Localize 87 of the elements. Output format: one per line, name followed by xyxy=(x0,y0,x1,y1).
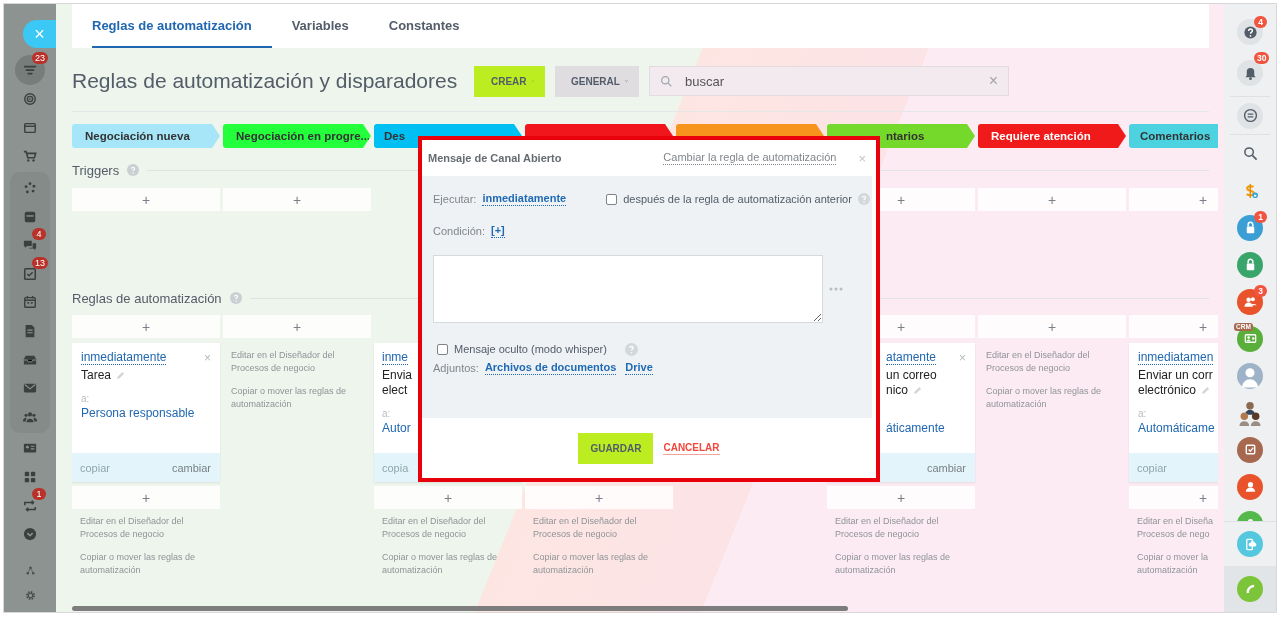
count-badge: 23 xyxy=(32,52,48,64)
add-rule-button[interactable]: + xyxy=(72,486,220,509)
copy-link[interactable]: copia xyxy=(382,461,409,474)
add-rule-button[interactable]: + xyxy=(1129,315,1218,338)
help-text: Editar en el Diseñador del Procesos de negocio xyxy=(985,349,1091,375)
change-link[interactable]: cambiar xyxy=(926,461,966,474)
help-text: Editar en el Diseñador del Procesos de negocio xyxy=(230,349,336,375)
dialog-title: Mensaje de Canal Abierto xyxy=(428,152,562,164)
help-text: Copiar o mover las reglas de automatización xyxy=(834,551,952,577)
help-text: Editar en el Diseñador del Procesos de negocio xyxy=(381,515,487,541)
field-label: Ejecutar: xyxy=(433,193,477,205)
count-badge: 3 xyxy=(1254,285,1267,297)
help-text: Copiar o mover las reglas de automatización xyxy=(532,551,650,577)
sidebar-item[interactable]: 1 xyxy=(15,491,45,520)
add-rule-button[interactable]: + xyxy=(525,486,673,509)
copy-link[interactable]: copiar xyxy=(80,461,110,474)
stage-tab[interactable]: Comentarios xyxy=(1129,124,1218,148)
help-text: Editar en el Diseñador del Procesos de negocio xyxy=(532,515,638,541)
help-text: Copiar o mover las reglas de automatización xyxy=(381,551,499,577)
help-text: Editar en el Diseñador del Procesos de negocio xyxy=(79,515,185,541)
help-text: Copiar o mover las reglas de automatización xyxy=(985,385,1103,411)
tab[interactable]: Variables xyxy=(271,4,369,48)
delay-link[interactable]: inmediatamente xyxy=(81,350,167,365)
field-label: Adjuntos: xyxy=(433,362,479,374)
add-rule-button[interactable]: + xyxy=(827,486,975,509)
search-field[interactable]: buscar × xyxy=(649,66,1009,96)
count-badge: 1 xyxy=(1254,211,1267,223)
field-label: a: xyxy=(81,393,90,405)
field-label: a: xyxy=(382,408,391,420)
field-label: a: xyxy=(1138,408,1147,420)
add-condition-link[interactable]: [+] xyxy=(491,224,505,238)
field-label: Condición: xyxy=(433,225,485,237)
sidebar-item[interactable]: 23 xyxy=(15,55,45,85)
delay-link[interactable]: inmediatamen xyxy=(1138,350,1214,365)
stage-tab[interactable]: Negociación nueva xyxy=(72,124,220,148)
add-trigger-button[interactable]: + xyxy=(72,188,220,211)
add-rule-button[interactable]: + xyxy=(1129,486,1218,509)
count-badge: 13 xyxy=(32,256,48,269)
stage-tab[interactable]: Negociación en progre... xyxy=(223,124,371,148)
assignee-link[interactable]: Automáticame xyxy=(1138,420,1215,436)
count-badge: 30 xyxy=(1254,52,1270,64)
add-rule-button[interactable]: + xyxy=(223,315,371,338)
count-badge: 1 xyxy=(32,488,46,501)
title-line: electrónico xyxy=(1138,383,1197,398)
add-trigger-button[interactable]: + xyxy=(223,188,371,211)
assignee-link[interactable]: Persona responsable xyxy=(81,405,195,421)
add-rule-button[interactable]: + xyxy=(374,486,522,509)
title-line: un correo xyxy=(886,368,937,383)
help-text: Copiar o mover las reglas de automatización xyxy=(79,551,197,577)
title-line: nico xyxy=(886,383,908,398)
help-text: Editar en el Diseña Procesos de nego xyxy=(1136,515,1215,541)
section-heading: Triggers xyxy=(72,162,120,178)
assignee-link[interactable]: áticamente xyxy=(886,420,945,436)
run-time-link[interactable]: inmediatamente xyxy=(482,192,567,206)
help-text: Editar en el Diseñador del Procesos de negocio xyxy=(834,515,940,541)
attachment-link[interactable]: Drive xyxy=(625,361,653,375)
help-text: Copiar o mover la automatización xyxy=(1136,551,1210,577)
change-rule-link[interactable]: Cambiar la regla de automatización xyxy=(663,151,837,165)
count-badge: 4 xyxy=(1254,16,1267,28)
add-rule-button[interactable]: + xyxy=(978,315,1126,338)
stage-tab[interactable]: Requiere atención xyxy=(978,124,1126,148)
change-link[interactable]: cambiar xyxy=(171,461,211,474)
cancel-link[interactable]: CANCELAR xyxy=(663,441,720,455)
page-title: Reglas de automatización y disparadores xyxy=(72,69,459,93)
delay-link[interactable]: atamente xyxy=(886,350,937,365)
attachment-link[interactable]: Archivos de documentos xyxy=(484,361,617,375)
title-line: elect xyxy=(382,383,408,398)
add-trigger-button[interactable]: + xyxy=(1129,188,1218,211)
count-badge: 4 xyxy=(32,227,46,240)
save-button[interactable]: GUARDAR xyxy=(578,432,654,464)
title-line: Envia xyxy=(382,368,413,383)
delay-link[interactable]: inme xyxy=(382,350,408,365)
copy-link[interactable]: copiar xyxy=(1137,461,1167,474)
help-text: Copiar o mover las reglas de automatización xyxy=(230,385,348,411)
assignee-link[interactable]: Autor xyxy=(382,420,411,436)
create-button[interactable]: CREAR xyxy=(474,65,545,97)
add-rule-button[interactable]: + xyxy=(72,315,220,338)
clear-button[interactable]: × xyxy=(988,72,998,90)
checkbox-label[interactable]: Mensaje oculto (modo whisper) xyxy=(454,343,607,355)
tab[interactable]: Constantes xyxy=(368,4,480,48)
filter-button[interactable]: GENERAL xyxy=(555,65,639,97)
sidebar-item[interactable]: 13 xyxy=(15,259,45,289)
section-heading: Reglas de automatización xyxy=(72,290,222,306)
tab[interactable]: Reglas de automatización xyxy=(92,4,272,48)
title-line: Enviar un corr xyxy=(1138,368,1213,383)
title-line: Tarea xyxy=(81,368,112,383)
add-trigger-button[interactable]: + xyxy=(978,188,1126,211)
